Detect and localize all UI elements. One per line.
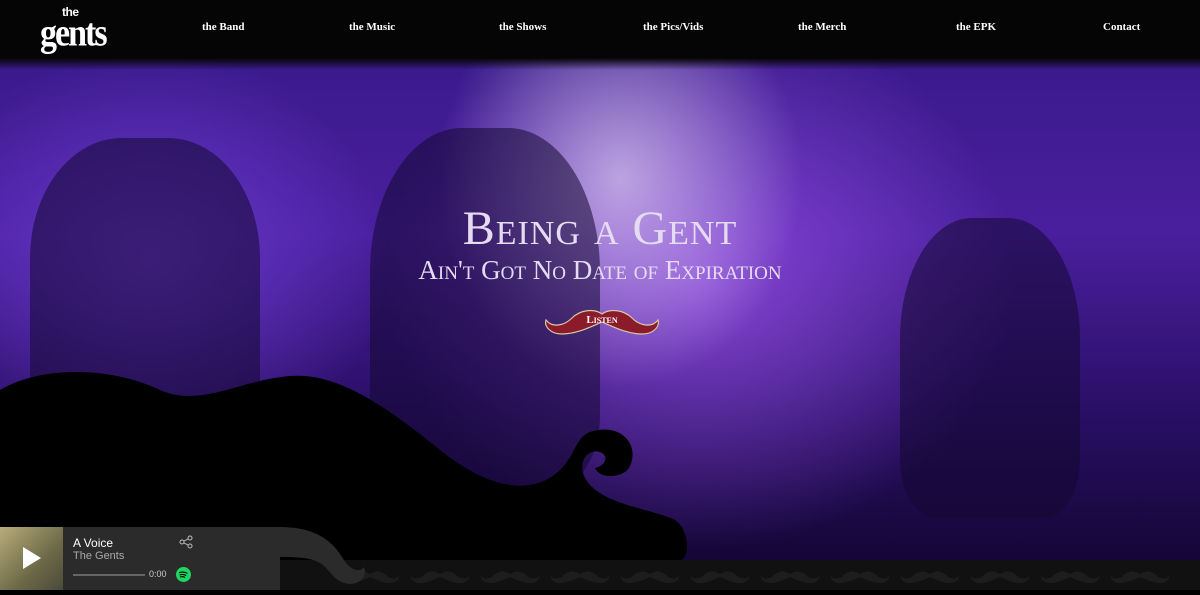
nav-the-music[interactable]: the Music (349, 21, 395, 33)
listen-label: Listen (586, 314, 618, 326)
nav-the-band[interactable]: the Band (202, 21, 245, 33)
spotify-icon[interactable] (176, 567, 191, 582)
elapsed-time: 0:00 (149, 569, 167, 579)
play-icon[interactable] (23, 547, 41, 569)
top-navigation-bar: the gents the Band the Music the Shows t… (0, 0, 1200, 70)
album-art (0, 527, 63, 590)
main-nav: the Band the Music the Shows the Pics/Vi… (0, 21, 1200, 37)
progress-bar[interactable] (73, 574, 145, 576)
hero-subtitle: Ain't Got No Date of Expiration (418, 255, 782, 285)
listen-button[interactable]: Listen (542, 304, 662, 340)
player-mustache-tail (280, 527, 365, 584)
nav-the-epk[interactable]: the EPK (956, 21, 996, 33)
track-title: A Voice (73, 536, 114, 550)
share-icon (179, 535, 193, 549)
nav-contact[interactable]: Contact (1103, 21, 1140, 33)
music-player-widget: A Voice The Gents 0:00 (0, 527, 280, 590)
track-artist: The Gents (73, 550, 125, 562)
hero-title: Being a Gent (462, 202, 738, 255)
nav-the-pics-vids[interactable]: the Pics/Vids (643, 21, 703, 33)
nav-the-merch[interactable]: the Merch (798, 21, 846, 33)
nav-the-shows[interactable]: the Shows (499, 21, 546, 33)
share-button[interactable] (179, 535, 193, 554)
